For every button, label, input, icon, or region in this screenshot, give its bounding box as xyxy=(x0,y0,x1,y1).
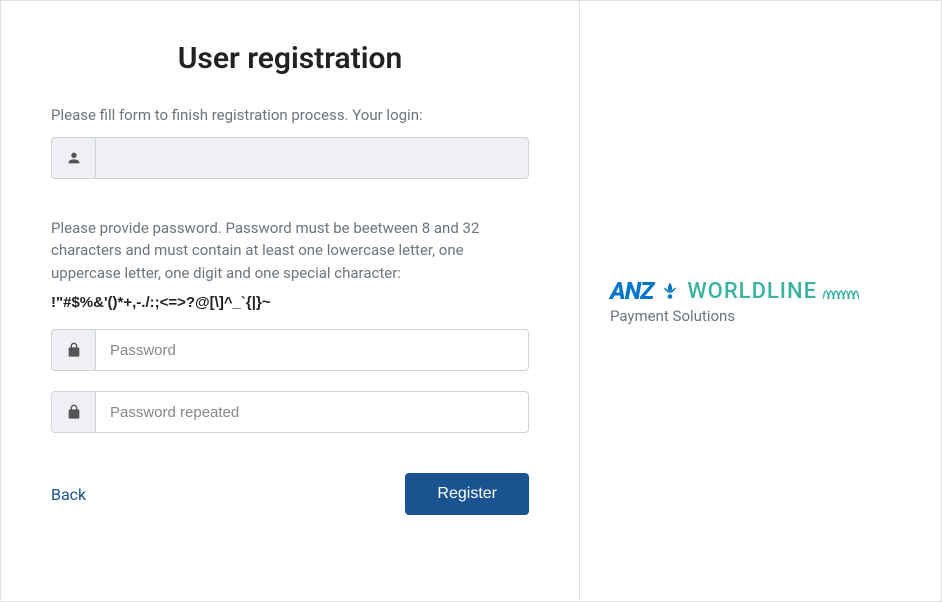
anz-logo-text: ANZ xyxy=(610,277,653,305)
password-instruction: Please provide password. Password must b… xyxy=(51,217,529,285)
login-instruction: Please fill form to finish registration … xyxy=(51,104,529,127)
back-link[interactable]: Back xyxy=(51,485,86,504)
worldline-waves-icon xyxy=(823,281,859,301)
brand-panel: ANZ WORLDLINE Payment Solutions xyxy=(580,0,942,602)
password-input-group xyxy=(51,329,529,371)
registration-panel: User registration Please fill form to fi… xyxy=(0,0,580,602)
worldline-logo-text: WORLDLINE xyxy=(687,279,817,304)
special-characters-list: !"#$%&'()*+,-./:;<=>?@[\]^_`{|}~ xyxy=(51,294,529,311)
register-button[interactable]: Register xyxy=(405,473,529,515)
brand-logo: ANZ WORLDLINE xyxy=(610,277,859,305)
lock-icon xyxy=(52,392,96,432)
login-input-group xyxy=(51,137,529,179)
button-row: Back Register xyxy=(51,473,529,515)
user-icon xyxy=(52,138,96,178)
password-repeated-input-group xyxy=(51,391,529,433)
lock-icon xyxy=(52,330,96,370)
brand-tagline: Payment Solutions xyxy=(610,307,735,325)
password-repeated-input[interactable] xyxy=(96,392,528,432)
password-input[interactable] xyxy=(96,330,528,370)
page-title: User registration xyxy=(51,41,529,76)
login-input xyxy=(96,138,528,178)
anz-lotus-icon xyxy=(659,280,681,302)
